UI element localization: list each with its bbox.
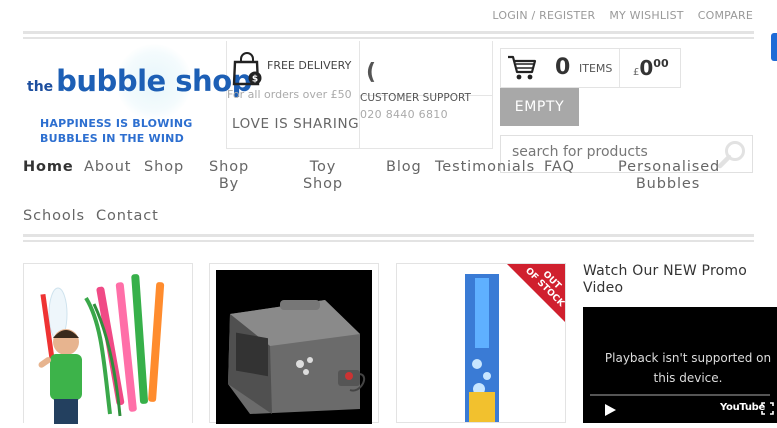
product-card[interactable]: OUT OF STOCK bbox=[396, 263, 566, 423]
nav-bottom-rule bbox=[23, 234, 754, 242]
nav-faq[interactable]: FAQ bbox=[544, 159, 575, 176]
video-playback-message: Playback isn't supported on this device. bbox=[600, 348, 776, 388]
search-input[interactable] bbox=[512, 144, 712, 160]
empty-cart-button[interactable]: EMPTY bbox=[500, 88, 579, 126]
nav-testimonials[interactable]: Testimonials bbox=[435, 159, 535, 176]
shopping-cart-icon bbox=[508, 55, 537, 80]
search-icon[interactable] bbox=[716, 139, 748, 171]
header-divider bbox=[226, 148, 492, 149]
nav-about[interactable]: About bbox=[84, 159, 131, 176]
header-divider bbox=[492, 41, 493, 149]
free-delivery-subtitle: For all orders over £50 bbox=[227, 88, 352, 101]
nav-toy-shop-line: Shop bbox=[302, 176, 344, 192]
phone-icon: ( bbox=[366, 60, 377, 85]
nav-personalised-line: Bubbles bbox=[635, 176, 701, 192]
product-card[interactable] bbox=[23, 263, 193, 424]
nav-toy-shop-line: Toy bbox=[309, 159, 337, 175]
video-progress-bar[interactable] bbox=[590, 394, 770, 396]
boy-with-bubble-wands-photo bbox=[24, 264, 192, 424]
nav-shop-by-line: Shop bbox=[209, 159, 250, 175]
video-message-line: Playback isn't supported on bbox=[604, 351, 772, 365]
bubble-machine-photo bbox=[216, 270, 372, 424]
play-icon[interactable] bbox=[604, 404, 616, 416]
promo-title-line: Watch Our NEW Promo bbox=[583, 263, 747, 279]
cart-items-label: ITEMS bbox=[579, 62, 613, 75]
side-tab[interactable] bbox=[771, 33, 777, 61]
youtube-logo[interactable]: YouTube bbox=[720, 402, 765, 413]
free-delivery-title: FREE DELIVERY bbox=[267, 59, 352, 72]
product-card[interactable] bbox=[209, 263, 379, 424]
customer-support-label: CUSTOMER SUPPORT bbox=[360, 92, 471, 104]
header-top-rule bbox=[23, 31, 754, 39]
nav-shop-by[interactable]: Shop By bbox=[209, 159, 249, 193]
fullscreen-icon[interactable] bbox=[761, 402, 774, 415]
cart-amount: 0 bbox=[639, 56, 654, 80]
nav-contact[interactable]: Contact bbox=[96, 208, 159, 225]
nav-shop[interactable]: Shop bbox=[144, 159, 184, 176]
top-links: LOGIN / REGISTER MY WISHLIST COMPARE bbox=[492, 9, 753, 22]
wishlist-link[interactable]: MY WISHLIST bbox=[609, 9, 683, 22]
love-is-sharing-slogan: LOVE IS SHARING bbox=[232, 116, 360, 132]
promo-title-line: Video bbox=[583, 280, 624, 296]
promo-video-title: Watch Our NEW Promo Video bbox=[583, 263, 747, 297]
login-register-link[interactable]: LOGIN / REGISTER bbox=[492, 9, 595, 22]
nav-shop-by-line: By bbox=[218, 176, 240, 192]
site-logo[interactable]: the bubble shop bbox=[27, 64, 252, 98]
cart-item-count: 0 bbox=[555, 55, 571, 80]
cart-divider bbox=[619, 49, 620, 87]
logo-name: bubble shop bbox=[56, 64, 252, 98]
svg-text:$: $ bbox=[252, 75, 258, 85]
cart-total: £000 bbox=[633, 56, 669, 80]
cart-pence: 00 bbox=[653, 57, 669, 70]
nav-schools[interactable]: Schools bbox=[23, 208, 85, 225]
nav-personalised-line: Personalised bbox=[618, 159, 721, 175]
site-tagline: HAPPINESS IS BLOWING BUBBLES IN THE WIND bbox=[40, 117, 193, 146]
nav-toy-shop[interactable]: Toy Shop bbox=[302, 159, 344, 193]
video-message-line: this device. bbox=[653, 371, 723, 385]
tagline-line: BUBBLES IN THE WIND bbox=[40, 131, 184, 145]
tagline-line: HAPPINESS IS BLOWING bbox=[40, 117, 193, 130]
support-phone-number[interactable]: 020 8440 6810 bbox=[360, 108, 448, 121]
nav-home[interactable]: Home bbox=[23, 159, 74, 176]
logo-prefix: the bbox=[27, 79, 54, 95]
nav-personalised-bubbles[interactable]: Personalised Bubbles bbox=[618, 159, 721, 193]
shopping-bag-icon: $ bbox=[232, 52, 262, 86]
compare-link[interactable]: COMPARE bbox=[698, 9, 753, 22]
nav-blog[interactable]: Blog bbox=[386, 159, 422, 176]
